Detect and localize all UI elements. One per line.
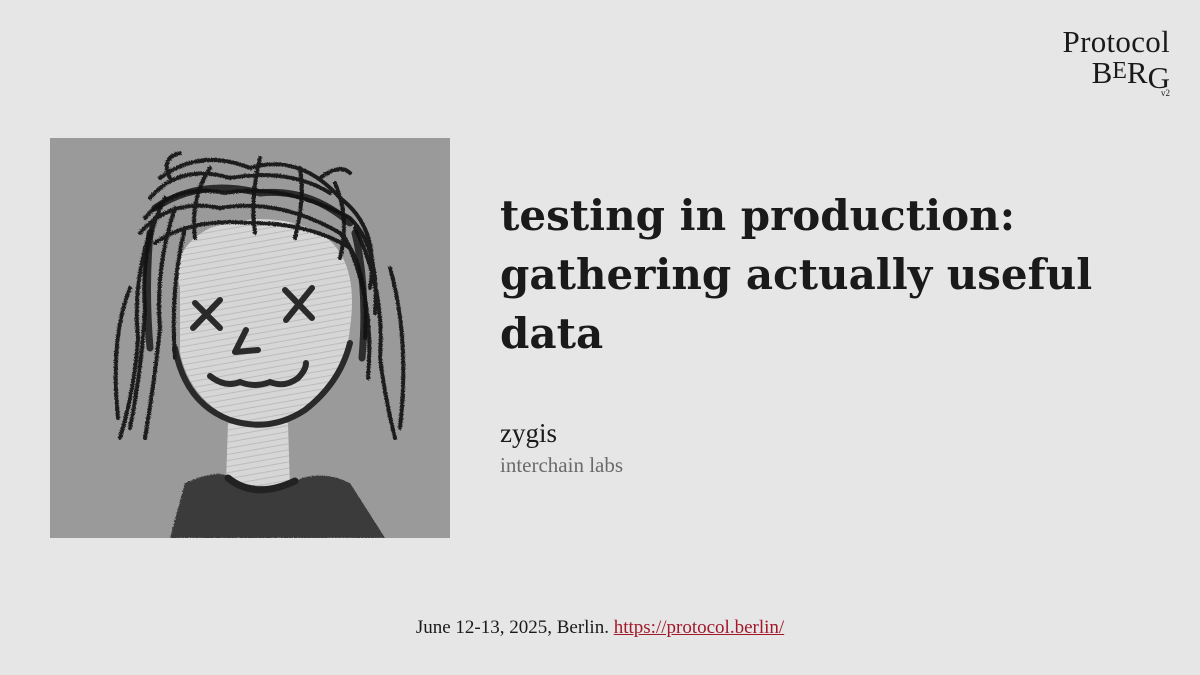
crayon-face-icon (50, 138, 450, 538)
speaker-name: zygis (500, 418, 557, 448)
talk-title-line-2: gathering actually useful (500, 250, 1093, 299)
event-footer: June 12-13, 2025, Berlin. https://protoc… (0, 618, 1200, 637)
talk-title: testing in production: gathering actuall… (500, 186, 1160, 363)
talk-title-line-3: data (500, 309, 604, 358)
logo-protocol-text: Protocol (1062, 24, 1170, 59)
talk-title-line-1: testing in production: (500, 191, 1016, 240)
speaker-affiliation: interchain labs (500, 453, 624, 477)
speaker-avatar-drawing (50, 138, 450, 538)
logo-berg-text: BERG (1091, 55, 1170, 95)
event-date-location: June 12-13, 2025, Berlin. (415, 617, 609, 638)
event-website-link[interactable]: https://protocol.berlin/ (614, 617, 784, 638)
protocol-berg-logo: Protocol BERG v2 (1063, 26, 1170, 98)
